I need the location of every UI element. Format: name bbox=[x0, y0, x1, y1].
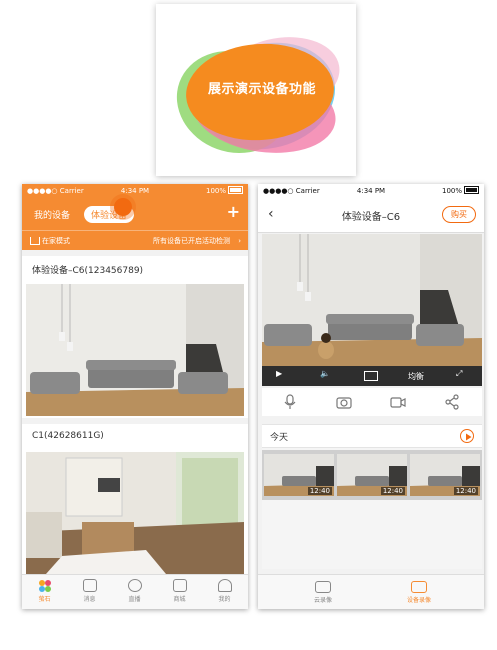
status-bar: ●●●●○ Carrier 4:34 PM 100% bbox=[258, 184, 484, 198]
live-room-image bbox=[262, 234, 482, 366]
device-title: 体验设备–C6(123456789) bbox=[32, 266, 144, 276]
recording-list: 今天 12:40 12:40 12:40 bbox=[262, 424, 482, 569]
feature-banner: 展示演示设备功能 bbox=[156, 4, 356, 176]
banner-title: 展示演示设备功能 bbox=[207, 82, 316, 97]
recording-thumbnail[interactable]: 12:40 bbox=[410, 454, 480, 496]
phone-device-list: ●●●●○ Carrier 4:34 PM 100% 我的设备 体验设备 + 在… bbox=[22, 184, 248, 609]
nav-device-recordings[interactable]: 设备录像 bbox=[379, 575, 459, 609]
tool-bar bbox=[262, 388, 482, 416]
camera-preview[interactable] bbox=[26, 452, 244, 574]
thumbnail-time: 12:40 bbox=[453, 487, 478, 495]
microphone-icon[interactable] bbox=[282, 394, 298, 410]
nav-profile[interactable]: 我的 bbox=[202, 575, 247, 609]
device-title: C1(42628611G) bbox=[32, 431, 104, 441]
nav-label: 直播 bbox=[128, 596, 141, 603]
camera-preview[interactable] bbox=[26, 284, 244, 416]
nav-home[interactable]: 萤石 bbox=[22, 575, 67, 609]
video-record-icon[interactable] bbox=[390, 394, 406, 410]
nav-label: 云录像 bbox=[313, 597, 332, 604]
buy-button[interactable]: 购买 bbox=[442, 206, 476, 223]
nav-live[interactable]: 直播 bbox=[112, 575, 157, 609]
living-room-image bbox=[26, 284, 244, 416]
user-icon bbox=[217, 579, 232, 592]
camera-icon[interactable] bbox=[336, 394, 352, 410]
nav-label: 我的 bbox=[218, 596, 231, 603]
battery-icon bbox=[464, 186, 479, 194]
message-icon bbox=[82, 579, 97, 592]
nav-messages[interactable]: 消息 bbox=[67, 575, 112, 609]
play-icon[interactable]: ▶ bbox=[276, 369, 282, 378]
nav-label: 萤石 bbox=[38, 596, 51, 603]
live-video[interactable] bbox=[262, 234, 482, 366]
screen-icon[interactable] bbox=[364, 371, 378, 381]
tab-my-devices[interactable]: 我的设备 bbox=[34, 208, 70, 221]
fullscreen-icon[interactable]: ⤢ bbox=[456, 369, 462, 379]
mode-bar[interactable]: 在家模式 所有设备已开启活动检测 › bbox=[22, 230, 248, 251]
nav-label: 消息 bbox=[83, 596, 96, 603]
device-card[interactable]: C1(42628611G) bbox=[22, 424, 248, 576]
ezviz-logo-icon bbox=[38, 580, 51, 592]
live-icon bbox=[127, 579, 142, 592]
mode-label: 在家模式 bbox=[42, 237, 70, 245]
status-bar: ●●●●○ Carrier 4:34 PM 100% bbox=[22, 184, 248, 198]
recording-thumbnail[interactable]: 12:40 bbox=[337, 454, 407, 496]
nav-store[interactable]: 商城 bbox=[157, 575, 202, 609]
bottom-nav: 云录像 设备录像 bbox=[258, 574, 484, 609]
device-card[interactable]: 体验设备–C6(123456789) bbox=[22, 256, 248, 418]
header-bar: ●●●●○ Carrier 4:34 PM 100% 我的设备 体验设备 + 在… bbox=[22, 184, 248, 250]
lounge-image bbox=[26, 452, 244, 574]
battery-status: 100% bbox=[442, 184, 479, 198]
battery-label: 100% bbox=[441, 187, 462, 195]
device-recording-icon bbox=[411, 581, 427, 593]
video-controls: ▶ 🔈 均衡 ⤢ bbox=[262, 366, 482, 386]
nav-header: ‹ 体验设备–C6 购买 bbox=[258, 198, 484, 233]
store-icon bbox=[172, 579, 187, 592]
cloud-icon bbox=[315, 581, 331, 593]
thumbnail-time: 12:40 bbox=[307, 487, 332, 495]
add-device-button[interactable]: + bbox=[227, 202, 240, 221]
chevron-right-icon: › bbox=[238, 237, 241, 245]
day-row: 今天 bbox=[262, 424, 482, 448]
thumbnail-strip: 12:40 12:40 12:40 bbox=[262, 450, 482, 500]
quality-button[interactable]: 均衡 bbox=[408, 371, 424, 382]
nav-label: 设备录像 bbox=[406, 597, 431, 604]
nav-cloud-recordings[interactable]: 云录像 bbox=[283, 575, 363, 609]
play-circle-icon[interactable] bbox=[460, 429, 474, 443]
home-icon bbox=[30, 237, 40, 245]
battery-label: 100% bbox=[205, 187, 226, 195]
day-label: 今天 bbox=[270, 433, 289, 443]
volume-icon[interactable]: 🔈 bbox=[320, 369, 330, 378]
share-icon[interactable] bbox=[444, 394, 460, 410]
phone-device-detail: ●●●●○ Carrier 4:34 PM 100% ‹ 体验设备–C6 购买 … bbox=[258, 184, 484, 609]
touch-indicator bbox=[114, 198, 132, 216]
mode-status: 所有设备已开启活动检测 bbox=[153, 237, 230, 245]
thumbnail-time: 12:40 bbox=[380, 487, 405, 495]
battery-status: 100% bbox=[206, 184, 243, 198]
recording-thumbnail[interactable]: 12:40 bbox=[264, 454, 334, 496]
bottom-nav: 萤石 消息 直播 商城 我的 bbox=[22, 574, 248, 609]
nav-label: 商城 bbox=[173, 596, 186, 603]
battery-icon bbox=[228, 186, 243, 194]
